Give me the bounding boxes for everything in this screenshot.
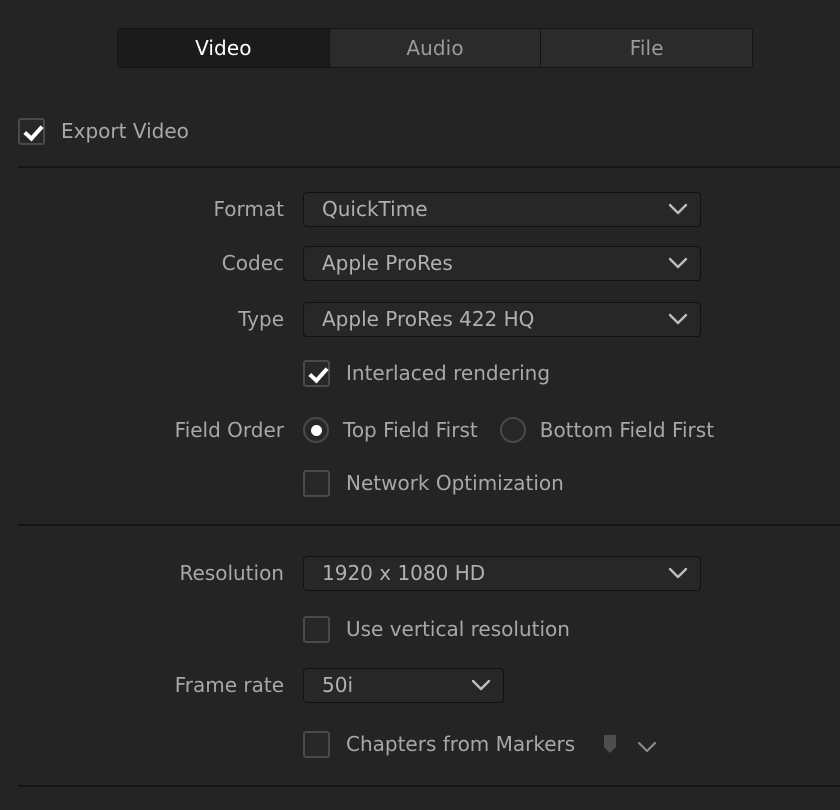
export-settings-panel: Video Audio File Export Video Format Qui…	[0, 0, 840, 810]
codec-label: Codec	[221, 251, 284, 275]
format-dropdown[interactable]: QuickTime	[303, 191, 701, 227]
interlaced-rendering-label: Interlaced rendering	[346, 361, 551, 385]
marker-flag-icon[interactable]	[603, 734, 617, 754]
export-video-row[interactable]: Export Video	[18, 114, 189, 148]
export-video-label: Export Video	[61, 119, 189, 143]
use-vertical-resolution-checkbox[interactable]	[303, 615, 330, 643]
format-label: Format	[213, 197, 284, 221]
frame-rate-label: Frame rate	[174, 673, 284, 697]
network-optimization-checkbox[interactable]	[303, 469, 330, 497]
interlaced-rendering-row[interactable]: Interlaced rendering	[303, 356, 550, 390]
type-dropdown[interactable]: Apple ProRes 422 HQ	[303, 301, 701, 337]
chevron-down-icon	[668, 203, 688, 215]
tab-file[interactable]: File	[541, 29, 752, 67]
chevron-down-icon	[471, 679, 491, 691]
tab-audio[interactable]: Audio	[329, 29, 542, 67]
format-row: Format QuickTime	[150, 191, 701, 227]
tab-video[interactable]: Video	[118, 29, 330, 67]
radio-top-field-first[interactable]	[303, 417, 329, 443]
use-vertical-resolution-label: Use vertical resolution	[346, 617, 570, 641]
network-optimization-label: Network Optimization	[346, 471, 564, 495]
resolution-dropdown[interactable]: 1920 x 1080 HD	[303, 555, 701, 591]
separator-bottom	[18, 785, 840, 787]
field-order-row: Field Order Top Field First Bottom Field…	[150, 413, 714, 447]
frame-rate-row: Frame rate 50i	[150, 667, 504, 703]
chapters-from-markers-row[interactable]: Chapters from Markers	[303, 727, 657, 761]
radio-bottom-field-first[interactable]	[499, 417, 526, 443]
use-vertical-resolution-row[interactable]: Use vertical resolution	[303, 612, 570, 646]
codec-value: Apple ProRes	[322, 251, 453, 275]
frame-rate-value: 50i	[322, 673, 354, 697]
network-optimization-row[interactable]: Network Optimization	[303, 466, 564, 500]
tab-video-label: Video	[195, 36, 252, 60]
chevron-down-icon	[668, 313, 688, 325]
codec-dropdown[interactable]: Apple ProRes	[303, 245, 701, 281]
field-order-label: Field Order	[174, 418, 284, 442]
codec-row: Codec Apple ProRes	[150, 245, 701, 281]
separator-middle	[18, 524, 840, 526]
chapters-from-markers-label: Chapters from Markers	[346, 732, 576, 756]
type-row: Type Apple ProRes 422 HQ	[150, 301, 701, 337]
chevron-down-icon	[668, 257, 688, 269]
resolution-row: Resolution 1920 x 1080 HD	[150, 555, 701, 591]
type-label: Type	[238, 307, 284, 331]
marker-chevron-down-icon[interactable]	[637, 738, 657, 753]
export-video-checkbox[interactable]	[18, 117, 45, 145]
format-value: QuickTime	[322, 197, 428, 221]
chapters-from-markers-checkbox[interactable]	[303, 730, 330, 758]
radio-bottom-field-first-label: Bottom Field First	[539, 418, 715, 442]
type-value: Apple ProRes 422 HQ	[322, 307, 535, 331]
resolution-label: Resolution	[179, 561, 284, 585]
chevron-down-icon	[668, 567, 688, 579]
tab-audio-label: Audio	[406, 36, 464, 60]
separator-top	[18, 166, 840, 168]
export-tabs: Video Audio File	[117, 28, 753, 68]
resolution-value: 1920 x 1080 HD	[322, 561, 486, 585]
radio-top-field-first-label: Top Field First	[343, 418, 478, 442]
tab-file-label: File	[629, 36, 664, 60]
frame-rate-dropdown[interactable]: 50i	[303, 667, 504, 703]
interlaced-rendering-checkbox[interactable]	[303, 359, 330, 387]
